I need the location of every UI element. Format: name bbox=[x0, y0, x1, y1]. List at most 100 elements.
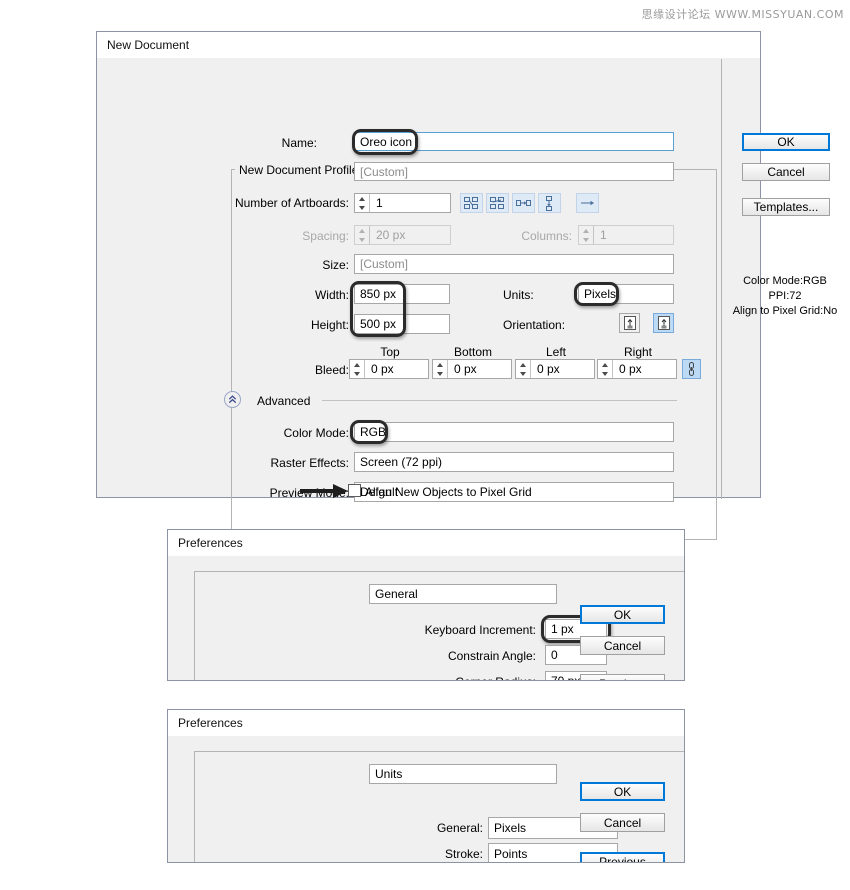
artboard-flow-arrow-icon bbox=[580, 200, 594, 206]
units-label: Units: bbox=[503, 288, 534, 302]
stepper-down-icon[interactable] bbox=[579, 235, 593, 244]
width-label: Width: bbox=[314, 288, 349, 302]
artboards-stepper[interactable]: 1 bbox=[354, 193, 451, 213]
columns-value: 1 bbox=[600, 228, 607, 242]
stepper-arrows[interactable] bbox=[598, 360, 613, 378]
advanced-toggle-button[interactable] bbox=[224, 391, 241, 408]
stepper-arrows[interactable] bbox=[579, 226, 594, 244]
new-document-titlebar: New Document bbox=[97, 32, 760, 59]
stepper-arrows[interactable] bbox=[350, 360, 365, 378]
preferences-general-previous-button[interactable]: Previous bbox=[580, 674, 665, 680]
units-select[interactable]: Pixels bbox=[578, 284, 674, 304]
spacing-value: 20 px bbox=[376, 228, 406, 242]
orientation-portrait-icon bbox=[623, 316, 636, 330]
raster-effects-select[interactable]: Screen (72 ppi) bbox=[354, 452, 674, 472]
orientation-label: Orientation: bbox=[503, 318, 566, 332]
stepper-down-icon[interactable] bbox=[433, 369, 447, 378]
preferences-units-dialog: Preferences Units General: Pixels Stroke… bbox=[167, 709, 685, 863]
bleed-bottom-stepper[interactable]: 0 px bbox=[432, 359, 512, 379]
artboard-left-to-right-icon bbox=[516, 199, 531, 206]
artboard-grid-by-column-icon bbox=[490, 196, 504, 209]
preferences-units-ok-button[interactable]: OK bbox=[580, 782, 665, 801]
artboard-grid-by-row-icon bbox=[464, 196, 478, 209]
cancel-button[interactable]: Cancel bbox=[742, 163, 830, 181]
align-to-pixel-grid-label: Align New Objects to Pixel Grid bbox=[365, 485, 532, 499]
stepper-arrows[interactable] bbox=[355, 226, 370, 244]
stepper-down-icon[interactable] bbox=[355, 203, 369, 212]
color-mode-select[interactable]: RGB bbox=[354, 422, 674, 442]
bleed-left-stepper[interactable]: 0 px bbox=[515, 359, 595, 379]
bleed-right-header: Right bbox=[623, 345, 652, 359]
orientation-landscape-button[interactable] bbox=[653, 313, 674, 333]
width-input[interactable]: 850 px bbox=[354, 284, 450, 304]
new-document-dialog: New Document Name: Oreo icon New Documen… bbox=[96, 31, 837, 540]
preferences-units-body: Units General: Pixels Stroke: Points Typ… bbox=[168, 737, 684, 862]
templates-button[interactable]: Templates... bbox=[742, 198, 830, 216]
columns-label: Columns: bbox=[521, 229, 572, 243]
advanced-label: Advanced bbox=[257, 394, 311, 408]
stepper-arrows[interactable] bbox=[355, 194, 370, 212]
stepper-arrows[interactable] bbox=[516, 360, 531, 378]
double-chevron-up-icon bbox=[228, 395, 237, 404]
bleed-link-button[interactable] bbox=[682, 359, 701, 379]
preferences-category-select[interactable]: General bbox=[369, 584, 557, 604]
bleed-right-value: 0 px bbox=[619, 362, 642, 376]
bleed-bottom-value: 0 px bbox=[454, 362, 477, 376]
artboard-grid-by-column-button[interactable] bbox=[486, 193, 509, 213]
color-mode-label: Color Mode: bbox=[283, 426, 349, 440]
stepper-up-icon[interactable] bbox=[579, 226, 593, 235]
units-general-label: General: bbox=[436, 821, 483, 835]
spacing-stepper[interactable]: 20 px bbox=[354, 225, 451, 245]
artboards-label: Number of Artboards: bbox=[234, 196, 349, 210]
columns-stepper[interactable]: 1 bbox=[578, 225, 674, 245]
align-to-pixel-grid-checkbox[interactable] bbox=[348, 484, 361, 497]
preferences-units-previous-button[interactable]: Previous bbox=[580, 852, 665, 862]
preferences-general-cancel-button[interactable]: Cancel bbox=[580, 636, 665, 655]
orientation-portrait-button[interactable] bbox=[619, 313, 640, 333]
stepper-up-icon[interactable] bbox=[433, 360, 447, 369]
stepper-down-icon[interactable] bbox=[598, 369, 612, 378]
spacing-label: Spacing: bbox=[302, 229, 349, 243]
preferences-units-title: Preferences bbox=[178, 716, 243, 730]
orientation-landscape-icon bbox=[657, 316, 670, 330]
corner-radius-label: Corner Radius: bbox=[368, 675, 536, 680]
summary-color-mode: Color Mode:RGB bbox=[743, 275, 827, 287]
bleed-link-chain-icon bbox=[689, 362, 694, 376]
bleed-right-stepper[interactable]: 0 px bbox=[597, 359, 677, 379]
artboard-flow-arrow-button[interactable] bbox=[576, 193, 599, 213]
raster-effects-label: Raster Effects: bbox=[270, 456, 349, 470]
new-document-profile-label: New Document Profile: bbox=[235, 163, 366, 177]
stepper-up-icon[interactable] bbox=[355, 226, 369, 235]
preferences-units-cancel-button[interactable]: Cancel bbox=[580, 813, 665, 832]
artboard-left-to-right-button[interactable] bbox=[512, 193, 535, 213]
preferences-units-titlebar: Preferences bbox=[168, 710, 684, 737]
artboard-top-to-bottom-button[interactable] bbox=[538, 193, 561, 213]
constrain-angle-label: Constrain Angle: bbox=[447, 649, 536, 663]
stepper-up-icon[interactable] bbox=[355, 194, 369, 203]
new-document-profile-select[interactable]: [Custom] bbox=[354, 162, 674, 181]
bleed-top-stepper[interactable]: 0 px bbox=[349, 359, 429, 379]
keyboard-increment-label: Keyboard Increment: bbox=[424, 623, 536, 637]
bleed-bottom-header: Bottom bbox=[453, 345, 492, 359]
stepper-up-icon[interactable] bbox=[598, 360, 612, 369]
stepper-down-icon[interactable] bbox=[516, 369, 530, 378]
document-name-input[interactable]: Oreo icon bbox=[354, 132, 674, 151]
ok-button[interactable]: OK bbox=[742, 133, 830, 151]
preferences-general-title: Preferences bbox=[178, 536, 243, 550]
preferences-general-titlebar: Preferences bbox=[168, 530, 684, 557]
units-stroke-label: Stroke: bbox=[444, 847, 483, 861]
name-label: Name: bbox=[281, 136, 317, 150]
size-select[interactable]: [Custom] bbox=[354, 254, 674, 274]
height-input[interactable]: 500 px bbox=[354, 314, 450, 334]
artboard-grid-by-row-button[interactable] bbox=[460, 193, 483, 213]
bleed-top-header: Top bbox=[380, 345, 400, 359]
preferences-category-select[interactable]: Units bbox=[369, 764, 557, 784]
stepper-down-icon[interactable] bbox=[350, 369, 364, 378]
stepper-arrows[interactable] bbox=[433, 360, 448, 378]
artboards-value: 1 bbox=[376, 196, 383, 210]
stepper-down-icon[interactable] bbox=[355, 235, 369, 244]
preferences-general-ok-button[interactable]: OK bbox=[580, 605, 665, 624]
stepper-up-icon[interactable] bbox=[516, 360, 530, 369]
stepper-up-icon[interactable] bbox=[350, 360, 364, 369]
preferences-general-body: General Keyboard Increment: 1 px Constra… bbox=[168, 557, 684, 680]
